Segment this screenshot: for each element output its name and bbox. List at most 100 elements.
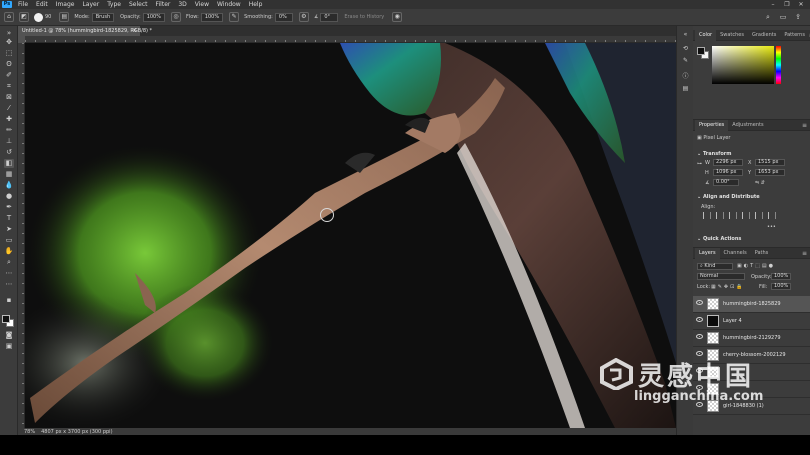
home-icon[interactable]: ⌂ <box>4 12 14 22</box>
align-middle-icon[interactable] <box>755 212 763 219</box>
tab-adjustments[interactable]: Adjustments <box>728 120 767 131</box>
panel-menu-icon[interactable]: ≡ <box>802 122 807 129</box>
eye-icon[interactable] <box>696 317 703 322</box>
zoom-tool-icon[interactable]: ⌕ <box>4 258 14 267</box>
align-section-header[interactable]: ⌄ Align and Distribute <box>697 194 760 200</box>
screen-mode-icon[interactable]: ▣ <box>4 342 14 351</box>
edit-toolbar-icon[interactable]: ⋯ <box>4 280 14 289</box>
default-colors-icon[interactable]: ▪ <box>4 296 14 305</box>
crop-tool-icon[interactable]: ⌗ <box>4 82 14 91</box>
layers-opacity-input[interactable]: 100% <box>771 273 791 280</box>
document-tab[interactable]: Untitled-1 @ 78% (hummingbird-1825829, R… <box>18 26 152 36</box>
info-panel-icon[interactable]: ⓘ <box>681 72 690 81</box>
angle-input[interactable]: 0° <box>320 12 339 22</box>
vertical-ruler[interactable] <box>18 43 25 428</box>
panel-menu-icon[interactable]: ≡ <box>802 250 807 257</box>
menu-window[interactable]: Window <box>213 0 245 9</box>
height-input[interactable]: 1096 px <box>713 169 743 176</box>
smoothing-settings-icon[interactable]: ⚙ <box>298 12 309 22</box>
fill-input[interactable]: 100% <box>771 283 791 290</box>
menu-image[interactable]: Image <box>52 0 79 9</box>
align-left-icon[interactable] <box>703 212 711 219</box>
clone-stamp-tool-icon[interactable]: ⊥ <box>4 137 14 146</box>
pen-tool-icon[interactable]: ✒ <box>4 203 14 212</box>
search-icon[interactable]: ⌕ <box>762 12 774 22</box>
type-tool-icon[interactable]: T <box>4 214 14 223</box>
menu-select[interactable]: Select <box>125 0 152 9</box>
menu-type[interactable]: Type <box>103 0 125 9</box>
x-input[interactable]: 1515 px <box>755 159 785 166</box>
more-tools-icon[interactable]: ⋯ <box>4 269 14 278</box>
marquee-tool-icon[interactable]: ⬚ <box>4 49 14 58</box>
flip-icons[interactable]: ⇋ ⇵ <box>755 180 765 186</box>
hue-slider[interactable] <box>776 46 781 84</box>
pressure-size-icon[interactable]: ◉ <box>392 12 403 22</box>
tab-color[interactable]: Color <box>695 29 717 41</box>
erase-to-history-control[interactable]: Erase to History <box>344 14 386 20</box>
width-input[interactable]: 2296 px <box>713 159 743 166</box>
eye-icon[interactable] <box>696 334 703 339</box>
mode-dropdown[interactable]: Brush <box>91 12 115 22</box>
opacity-input[interactable]: 100% <box>142 12 165 22</box>
frame-tool-icon[interactable]: ⊠ <box>4 93 14 102</box>
history-panel-icon[interactable]: ⟲ <box>681 44 690 53</box>
document-info[interactable]: 4807 px x 3700 px (300 ppi) <box>41 429 112 435</box>
flow-input[interactable]: 100% <box>200 12 224 22</box>
menu-filter[interactable]: Filter <box>152 0 175 9</box>
layer-row[interactable]: Layer 4 <box>693 313 810 330</box>
minimize-icon[interactable]: – <box>766 0 780 9</box>
more-align-button[interactable]: ••• <box>767 224 776 230</box>
tab-layers[interactable]: Layers <box>695 247 720 259</box>
quick-actions-header[interactable]: ⌄ Quick Actions <box>697 236 741 242</box>
foreground-color-swatch[interactable] <box>2 315 10 323</box>
brush-preset-picker[interactable]: 90 <box>34 12 53 22</box>
share-icon[interactable]: ⇪ <box>792 12 804 22</box>
saturation-brightness-field[interactable] <box>712 46 774 84</box>
quick-mask-icon[interactable]: ◙ <box>4 331 14 340</box>
tab-swatches[interactable]: Swatches <box>716 30 748 41</box>
eraser-tool-icon[interactable]: ◧ <box>4 159 14 168</box>
tab-properties[interactable]: Properties <box>695 119 729 131</box>
libraries-panel-icon[interactable]: ▤ <box>681 84 690 93</box>
maximize-icon[interactable]: ❐ <box>780 0 794 9</box>
photoshop-logo-icon[interactable]: Ps <box>2 1 12 8</box>
align-top-icon[interactable] <box>742 212 750 219</box>
angle-field[interactable]: 0.00° <box>713 179 739 186</box>
menu-view[interactable]: View <box>191 0 213 9</box>
path-selection-tool-icon[interactable]: ➤ <box>4 225 14 234</box>
workspace-icon[interactable]: ▭ <box>777 12 789 22</box>
horizontal-ruler[interactable] <box>25 36 676 43</box>
pressure-opacity-icon[interactable]: ◎ <box>170 12 181 22</box>
lock-icons[interactable]: ▦✎✥⊡🔒 <box>711 284 745 290</box>
healing-brush-tool-icon[interactable]: ✚ <box>4 115 14 124</box>
menu-help[interactable]: Help <box>245 0 267 9</box>
y-input[interactable]: 1653 px <box>755 169 785 176</box>
document-canvas[interactable] <box>25 43 676 428</box>
transform-section-header[interactable]: ⌄ Transform <box>697 151 731 157</box>
align-right-icon[interactable] <box>729 212 737 219</box>
zoom-level[interactable]: 78% <box>24 429 35 435</box>
menu-edit[interactable]: Edit <box>32 0 52 9</box>
eraser-tool-preset-icon[interactable]: ◩ <box>19 12 29 22</box>
dodge-tool-icon[interactable]: ● <box>4 192 14 201</box>
gradient-tool-icon[interactable]: ▦ <box>4 170 14 179</box>
brush-settings-icon[interactable]: ▤ <box>59 12 70 22</box>
blur-tool-icon[interactable]: 💧 <box>4 181 14 190</box>
color-panel-foreground-swatch[interactable] <box>697 47 705 55</box>
menu-3d[interactable]: 3D <box>174 0 190 9</box>
tab-channels[interactable]: Channels <box>720 248 751 259</box>
eye-icon[interactable] <box>696 300 703 305</box>
tab-close-icon[interactable]: × <box>132 26 137 36</box>
eyedropper-tool-icon[interactable]: ⁄ <box>4 104 14 113</box>
expand-panels-icon[interactable]: « <box>681 30 690 39</box>
align-center-icon[interactable] <box>716 212 724 219</box>
menu-file[interactable]: File <box>14 0 32 9</box>
shape-tool-icon[interactable]: ▭ <box>4 236 14 245</box>
layer-row[interactable]: hummingbird-2129279 <box>693 330 810 347</box>
menu-layer[interactable]: Layer <box>78 0 103 9</box>
smoothing-input[interactable]: 0% <box>274 12 293 22</box>
layer-kind-filter[interactable]: ⌕ Kind <box>697 263 733 270</box>
layer-filter-icons[interactable]: ▣◐T⬚▤● <box>737 263 775 269</box>
link-dimensions-icon[interactable]: ⊶ <box>697 161 702 167</box>
quick-select-tool-icon[interactable]: ✐ <box>4 71 14 80</box>
